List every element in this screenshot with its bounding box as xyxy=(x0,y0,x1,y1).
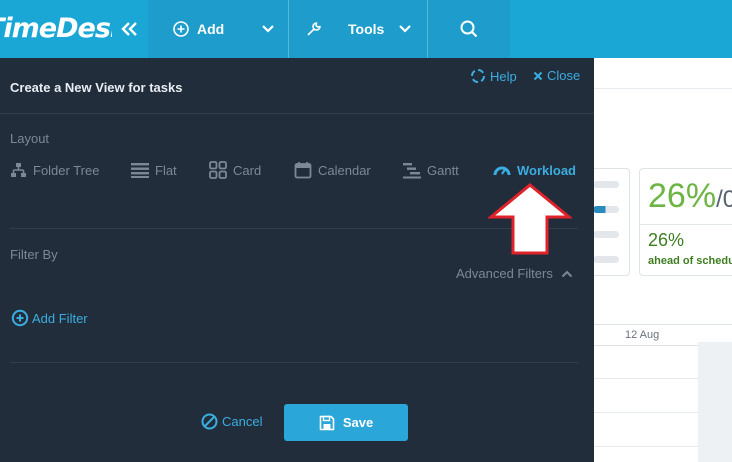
new-view-panel: Create a New View for tasks Help Close L… xyxy=(0,58,594,462)
layout-option-gantt[interactable]: Gantt xyxy=(403,160,459,180)
layout-option-label: Workload xyxy=(517,162,576,178)
tools-menu-button[interactable]: Tools xyxy=(289,0,427,58)
layout-option-folder-tree[interactable]: Folder Tree xyxy=(10,160,99,180)
search-button[interactable] xyxy=(428,0,510,58)
completion-percent-suffix: /0 xyxy=(716,186,732,213)
progress-bar xyxy=(593,181,619,188)
plus-circle-icon xyxy=(173,21,189,37)
divider xyxy=(0,113,594,114)
layout-option-calendar[interactable]: Calendar xyxy=(294,160,371,180)
layout-option-label: Gantt xyxy=(427,162,459,178)
layout-option-workload[interactable]: Workload xyxy=(493,160,576,180)
annotation-arrow xyxy=(488,183,572,255)
completion-percent-value: 26% xyxy=(648,177,717,215)
plus-circle-icon xyxy=(11,309,29,327)
cancel-button[interactable]: Cancel xyxy=(201,413,262,430)
calendar-weekend-column xyxy=(698,342,732,462)
layout-option-flat[interactable]: Flat xyxy=(131,160,177,180)
progress-bar xyxy=(593,256,619,263)
collapse-sidebar-button[interactable] xyxy=(112,0,148,58)
card-grid-icon xyxy=(209,161,227,179)
schedule-summary-card: 26%/0 26% ahead of schedule xyxy=(639,168,732,276)
calendar-icon xyxy=(294,162,312,179)
layout-option-label: Folder Tree xyxy=(33,162,100,178)
calendar-date-label: 12 Aug xyxy=(625,329,660,341)
list-icon xyxy=(131,163,149,178)
advanced-filters-label: Advanced Filters xyxy=(456,266,553,281)
help-link[interactable]: Help xyxy=(470,68,517,84)
close-label: Close xyxy=(547,68,581,83)
layout-option-label: Flat xyxy=(155,162,177,178)
help-label: Help xyxy=(490,68,517,84)
layout-option-card[interactable]: Card xyxy=(209,160,261,180)
chevron-down-icon xyxy=(262,25,274,33)
add-menu-label: Add xyxy=(197,21,225,37)
advanced-filters-toggle[interactable]: Advanced Filters xyxy=(456,266,573,281)
gantt-icon xyxy=(403,162,421,178)
top-bar: TimeDesk Add Tools xyxy=(0,0,732,58)
floppy-disk-icon xyxy=(319,415,335,430)
cancel-label: Cancel xyxy=(222,414,263,429)
ahead-percent: 26% xyxy=(648,230,685,250)
close-link[interactable]: Close xyxy=(532,68,580,83)
double-chevron-left-icon xyxy=(121,22,137,36)
calendar-row-line xyxy=(594,378,698,379)
add-filter-button[interactable]: Add Filter xyxy=(11,309,88,327)
layout-section-label: Layout xyxy=(10,131,50,146)
layout-option-label: Calendar xyxy=(318,162,371,178)
progress-bar xyxy=(593,206,619,213)
calendar-row-line xyxy=(594,412,698,413)
search-icon xyxy=(460,20,478,38)
progress-bar xyxy=(593,231,619,238)
completion-percent: 26%/0 xyxy=(648,177,732,216)
tools-menu-label: Tools xyxy=(348,21,385,37)
app-logo[interactable]: TimeDesk xyxy=(0,0,112,58)
gauge-icon xyxy=(493,166,511,176)
folder-tree-icon xyxy=(11,162,26,177)
calendar-row-line xyxy=(594,446,698,447)
add-menu-button[interactable]: Add xyxy=(148,0,288,58)
panel-title: Create a New View for tasks xyxy=(10,80,183,95)
divider xyxy=(10,362,578,363)
save-button[interactable]: Save xyxy=(284,404,408,441)
close-icon xyxy=(533,71,543,80)
lifebuoy-icon xyxy=(471,69,485,83)
filter-section-label: Filter By xyxy=(10,247,58,262)
add-filter-label: Add Filter xyxy=(32,310,88,326)
divider xyxy=(640,224,732,225)
layout-option-label: Card xyxy=(233,162,262,178)
ahead-of-schedule-label: ahead of schedule xyxy=(648,255,732,267)
save-label: Save xyxy=(342,415,374,430)
wrench-icon xyxy=(307,22,321,36)
chevron-down-icon xyxy=(399,25,412,33)
cancel-icon xyxy=(201,413,218,430)
background-dashboard: 26%/0 26% ahead of schedule 12 Aug xyxy=(584,58,732,462)
divider xyxy=(594,88,732,89)
chevron-up-icon xyxy=(561,270,573,277)
